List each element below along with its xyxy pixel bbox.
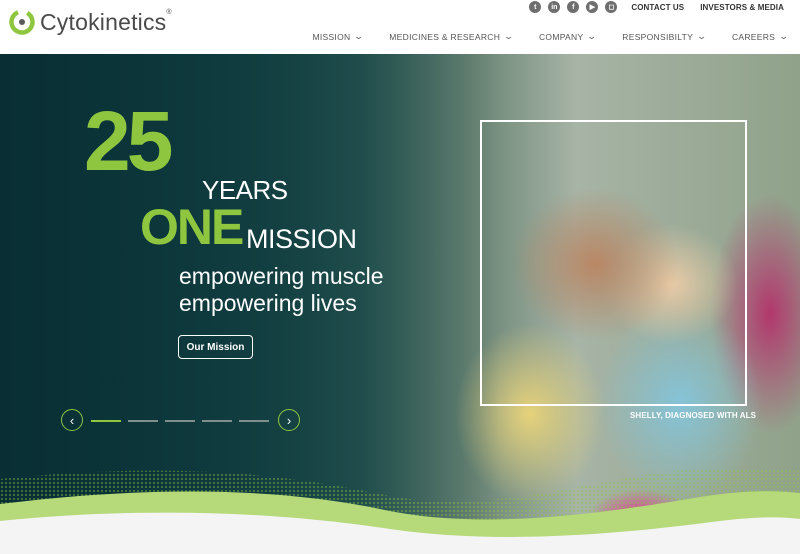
instagram-icon[interactable]: ◻ — [605, 1, 618, 13]
carousel-dot[interactable] — [202, 420, 232, 422]
youtube-icon[interactable]: ▶ — [586, 1, 599, 13]
nav-label: MISSION — [312, 31, 351, 42]
chevron-down-icon: ⌄ — [696, 31, 708, 41]
chevron-down-icon: ⌄ — [586, 31, 598, 41]
decorative-wave — [0, 467, 800, 554]
nav-label: CAREERS — [731, 31, 776, 42]
carousel-dot[interactable] — [165, 420, 195, 422]
nav-item-medicines-research[interactable]: MEDICINES & RESEARCH ⌄ — [389, 31, 515, 42]
brand-logo[interactable]: Cytokinetics® — [8, 8, 172, 36]
contact-us-link[interactable]: CONTACT US — [631, 3, 684, 12]
site-header: Cytokinetics® t in f ▶ ◻ CONTACT US INVE… — [0, 0, 800, 54]
facebook-icon[interactable]: f — [567, 1, 580, 13]
hero-tagline-line1: empowering muscle — [179, 263, 384, 289]
nav-label: MEDICINES & RESEARCH — [389, 31, 501, 42]
linkedin-icon[interactable]: in — [548, 1, 561, 13]
social-links: t in f ▶ ◻ — [529, 1, 618, 13]
chevron-down-icon: ⌄ — [778, 31, 790, 41]
photo-caption: SHELLY, DIAGNOSED WITH ALS — [630, 411, 757, 420]
hero-tagline-line2: empowering lives — [179, 290, 357, 316]
hero-carousel: SHELLY, DIAGNOSED WITH ALS 25 YEARS ONE … — [0, 54, 800, 554]
our-mission-button[interactable]: Our Mission — [178, 335, 253, 359]
nav-label: RESPONSIBILTY — [622, 31, 694, 42]
chevron-down-icon: ⌄ — [503, 31, 515, 41]
carousel-next-button[interactable]: › — [278, 409, 300, 431]
nav-label: COMPANY — [538, 31, 584, 42]
hero-number: 25 — [84, 94, 173, 188]
twitter-icon[interactable]: t — [529, 1, 542, 13]
chevron-left-icon: ‹ — [69, 412, 75, 428]
utility-bar: t in f ▶ ◻ CONTACT US INVESTORS & MEDIA — [529, 0, 800, 14]
nav-item-company[interactable]: COMPANY ⌄ — [538, 31, 598, 42]
carousel-prev-button[interactable]: ‹ — [61, 409, 83, 431]
nav-item-careers[interactable]: CAREERS ⌄ — [731, 31, 790, 42]
carousel-dot[interactable] — [91, 420, 121, 422]
logo-mark-icon — [9, 9, 35, 35]
hero-mission-text: MISSION — [246, 224, 357, 254]
brand-name: Cytokinetics® — [40, 8, 172, 35]
investors-media-link[interactable]: INVESTORS & MEDIA — [700, 3, 784, 12]
main-nav: MISSION ⌄ MEDICINES & RESEARCH ⌄ COMPANY ⌄ … — [312, 31, 800, 42]
carousel-indicators — [91, 420, 269, 422]
photo-frame — [480, 120, 747, 406]
nav-item-responsibility[interactable]: RESPONSIBILTY ⌄ — [622, 31, 708, 42]
carousel-dot[interactable] — [128, 420, 158, 422]
chevron-right-icon: › — [286, 412, 292, 428]
hero-one-text: ONE — [140, 199, 244, 255]
nav-item-mission[interactable]: MISSION ⌄ — [312, 31, 365, 42]
carousel-dot[interactable] — [239, 420, 269, 422]
chevron-down-icon: ⌄ — [353, 31, 365, 41]
